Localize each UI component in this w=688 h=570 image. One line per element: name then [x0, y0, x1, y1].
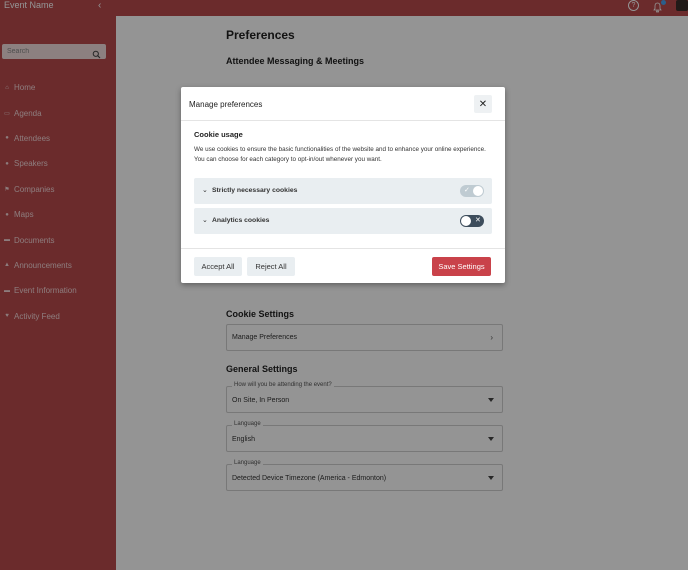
chevron-down-icon: ⌄: [202, 187, 208, 194]
modal-header: Manage preferences ✕: [181, 87, 505, 121]
cookie-category-label: Analytics cookies: [212, 217, 270, 224]
modal-footer: Accept All Reject All Save Settings: [181, 248, 505, 283]
manage-preferences-modal: Manage preferences ✕ Cookie usage We use…: [181, 87, 505, 283]
modal-title: Manage preferences: [189, 100, 263, 109]
accept-all-button[interactable]: Accept All: [194, 257, 242, 276]
cookie-usage-title: Cookie usage: [194, 130, 243, 139]
check-icon: ✓: [464, 187, 470, 194]
chevron-down-icon: ⌄: [202, 217, 208, 224]
toggle-knob: [473, 186, 483, 196]
save-settings-button[interactable]: Save Settings: [432, 257, 491, 276]
modal-backdrop[interactable]: [0, 0, 688, 570]
toggle-knob: [461, 216, 471, 226]
cookie-usage-description: We use cookies to ensure the basic funct…: [194, 146, 486, 163]
x-icon: ✕: [475, 217, 481, 224]
close-button[interactable]: ✕: [474, 95, 492, 113]
strictly-necessary-toggle[interactable]: ✓: [460, 185, 484, 197]
cookie-category-strictly-necessary[interactable]: ⌄ Strictly necessary cookies ✓: [194, 178, 492, 204]
analytics-toggle[interactable]: ✕: [460, 215, 484, 227]
cookie-category-analytics[interactable]: ⌄ Analytics cookies ✕: [194, 208, 492, 234]
reject-all-button[interactable]: Reject All: [247, 257, 295, 276]
close-icon: ✕: [478, 98, 488, 110]
cookie-category-label: Strictly necessary cookies: [212, 187, 298, 194]
